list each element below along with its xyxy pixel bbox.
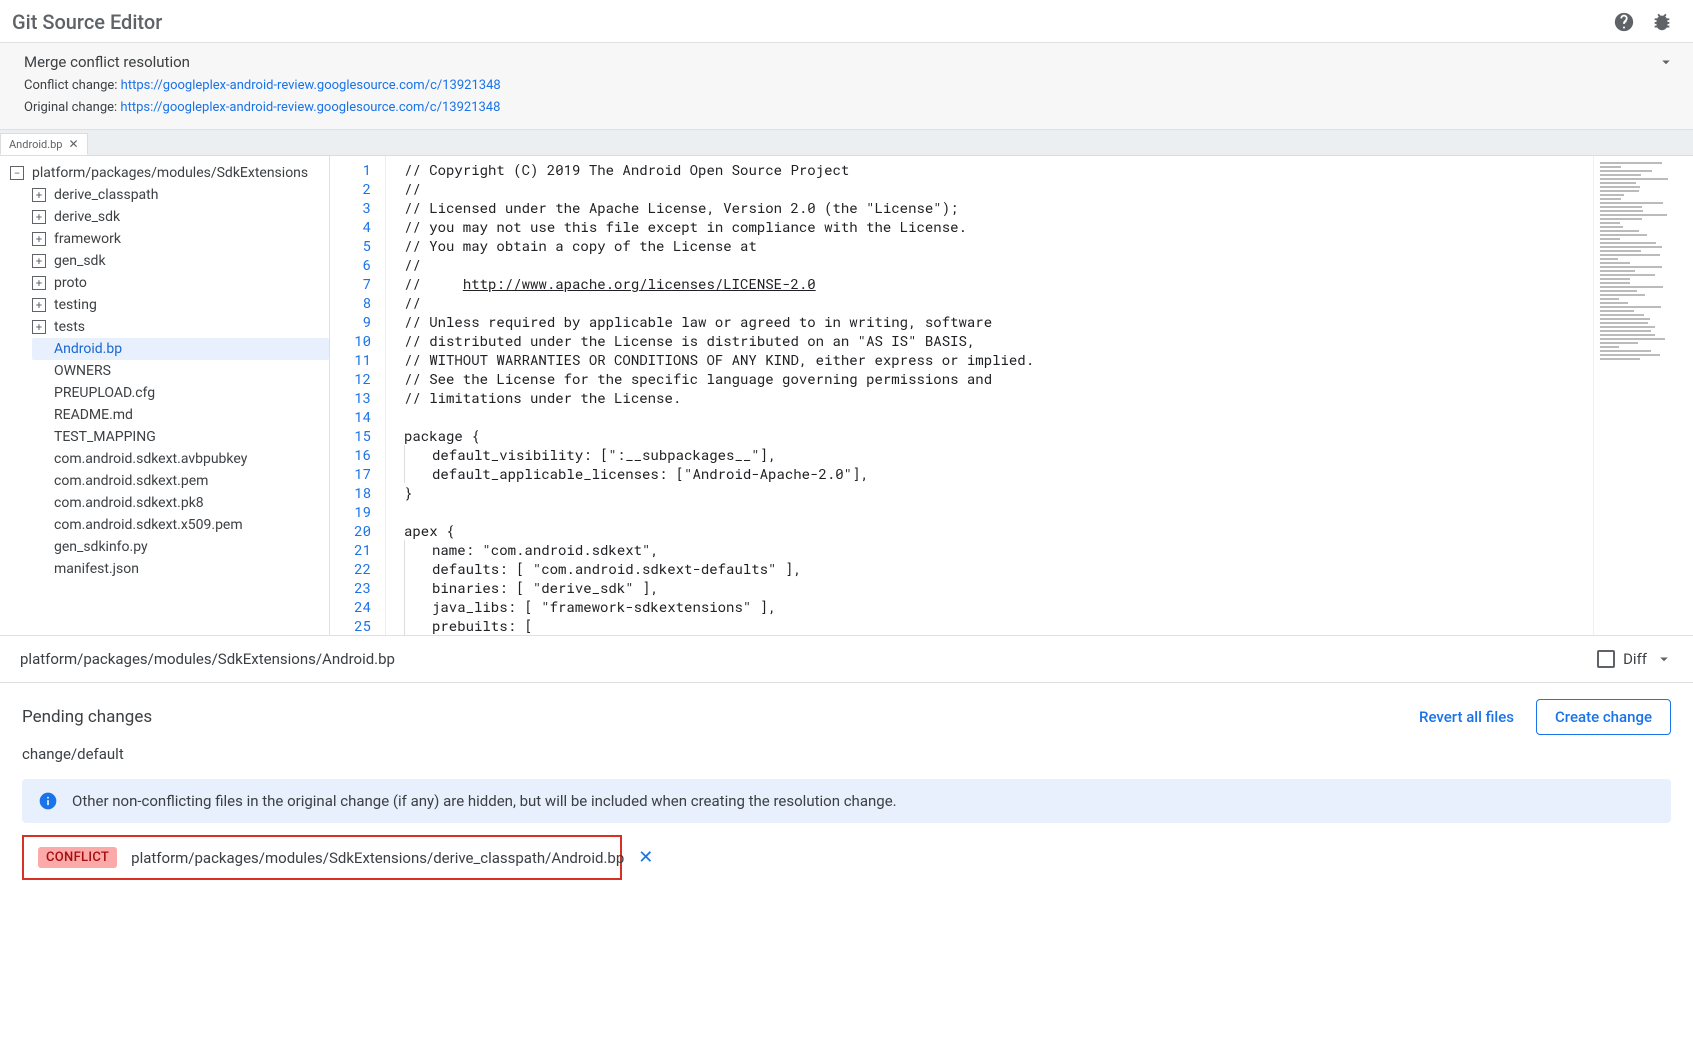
merge-conflict-panel: Merge conflict resolution Conflict chang…: [0, 42, 1693, 130]
expand-icon[interactable]: +: [32, 276, 46, 290]
code-content[interactable]: // Copyright (C) 2019 The Android Open S…: [386, 156, 1593, 635]
help-icon[interactable]: [1613, 11, 1635, 33]
tree-file[interactable]: manifest.json: [32, 558, 329, 580]
revert-all-button[interactable]: Revert all files: [1419, 708, 1514, 726]
tree-file[interactable]: OWNERS: [32, 360, 329, 382]
tree-root[interactable]: − platform/packages/modules/SdkExtension…: [10, 162, 329, 184]
close-icon[interactable]: ✕: [638, 847, 653, 868]
original-change-link[interactable]: https://googleplex-android-review.google…: [120, 100, 500, 115]
tree-file[interactable]: gen_sdkinfo.py: [32, 536, 329, 558]
tree-folder[interactable]: +derive_classpath: [32, 184, 329, 206]
tree-folder[interactable]: +proto: [32, 272, 329, 294]
original-change-label: Original change:: [24, 100, 117, 115]
expand-icon[interactable]: +: [32, 254, 46, 268]
expand-icon[interactable]: +: [32, 320, 46, 334]
editor-tab[interactable]: Android.bp ✕: [0, 133, 88, 155]
code-editor[interactable]: 1234567891011121314151617181920212223242…: [330, 156, 1693, 635]
conflict-file-path: platform/packages/modules/SdkExtensions/…: [131, 849, 624, 867]
tree-file[interactable]: com.android.sdkext.x509.pem: [32, 514, 329, 536]
diff-checkbox[interactable]: [1597, 650, 1615, 668]
file-tree: − platform/packages/modules/SdkExtension…: [0, 156, 330, 635]
tree-folder[interactable]: +derive_sdk: [32, 206, 329, 228]
tree-file[interactable]: com.android.sdkext.pem: [32, 470, 329, 492]
tree-file[interactable]: Android.bp: [32, 338, 329, 360]
chevron-down-icon[interactable]: [1655, 650, 1673, 668]
conflict-change-link[interactable]: https://googleplex-android-review.google…: [121, 78, 501, 93]
conflict-change-label: Conflict change:: [24, 78, 117, 93]
diff-label: Diff: [1623, 650, 1647, 668]
tree-file[interactable]: com.android.sdkext.avbpubkey: [32, 448, 329, 470]
editor-tab-bar: Android.bp ✕: [0, 130, 1693, 156]
change-ref: change/default: [22, 745, 1671, 763]
collapse-icon[interactable]: −: [10, 166, 24, 180]
create-change-button[interactable]: Create change: [1536, 699, 1671, 735]
tab-label: Android.bp: [9, 138, 62, 151]
conflict-file-row[interactable]: CONFLICT platform/packages/modules/SdkEx…: [22, 835, 622, 880]
tree-folder[interactable]: +testing: [32, 294, 329, 316]
tree-folder[interactable]: +tests: [32, 316, 329, 338]
breadcrumb: platform/packages/modules/SdkExtensions/…: [20, 650, 395, 668]
chevron-down-icon[interactable]: [1657, 53, 1675, 71]
expand-icon[interactable]: +: [32, 232, 46, 246]
expand-icon[interactable]: +: [32, 298, 46, 312]
merge-title: Merge conflict resolution: [24, 53, 1669, 71]
tree-folder[interactable]: +framework: [32, 228, 329, 250]
expand-icon[interactable]: +: [32, 188, 46, 202]
tree-file[interactable]: README.md: [32, 404, 329, 426]
info-text: Other non-conflicting files in the origi…: [72, 792, 897, 810]
bug-icon[interactable]: [1651, 11, 1673, 33]
tree-file[interactable]: TEST_MAPPING: [32, 426, 329, 448]
tree-folder[interactable]: +gen_sdk: [32, 250, 329, 272]
line-gutter: 1234567891011121314151617181920212223242…: [330, 156, 386, 635]
tree-file[interactable]: PREUPLOAD.cfg: [32, 382, 329, 404]
page-title: Git Source Editor: [12, 10, 162, 34]
expand-icon[interactable]: +: [32, 210, 46, 224]
close-icon[interactable]: ✕: [68, 137, 78, 151]
info-banner: Other non-conflicting files in the origi…: [22, 779, 1671, 823]
conflict-badge: CONFLICT: [38, 847, 117, 868]
tree-file[interactable]: com.android.sdkext.pk8: [32, 492, 329, 514]
minimap[interactable]: [1593, 156, 1693, 635]
info-icon: [38, 791, 58, 811]
pending-changes-title: Pending changes: [22, 707, 152, 727]
